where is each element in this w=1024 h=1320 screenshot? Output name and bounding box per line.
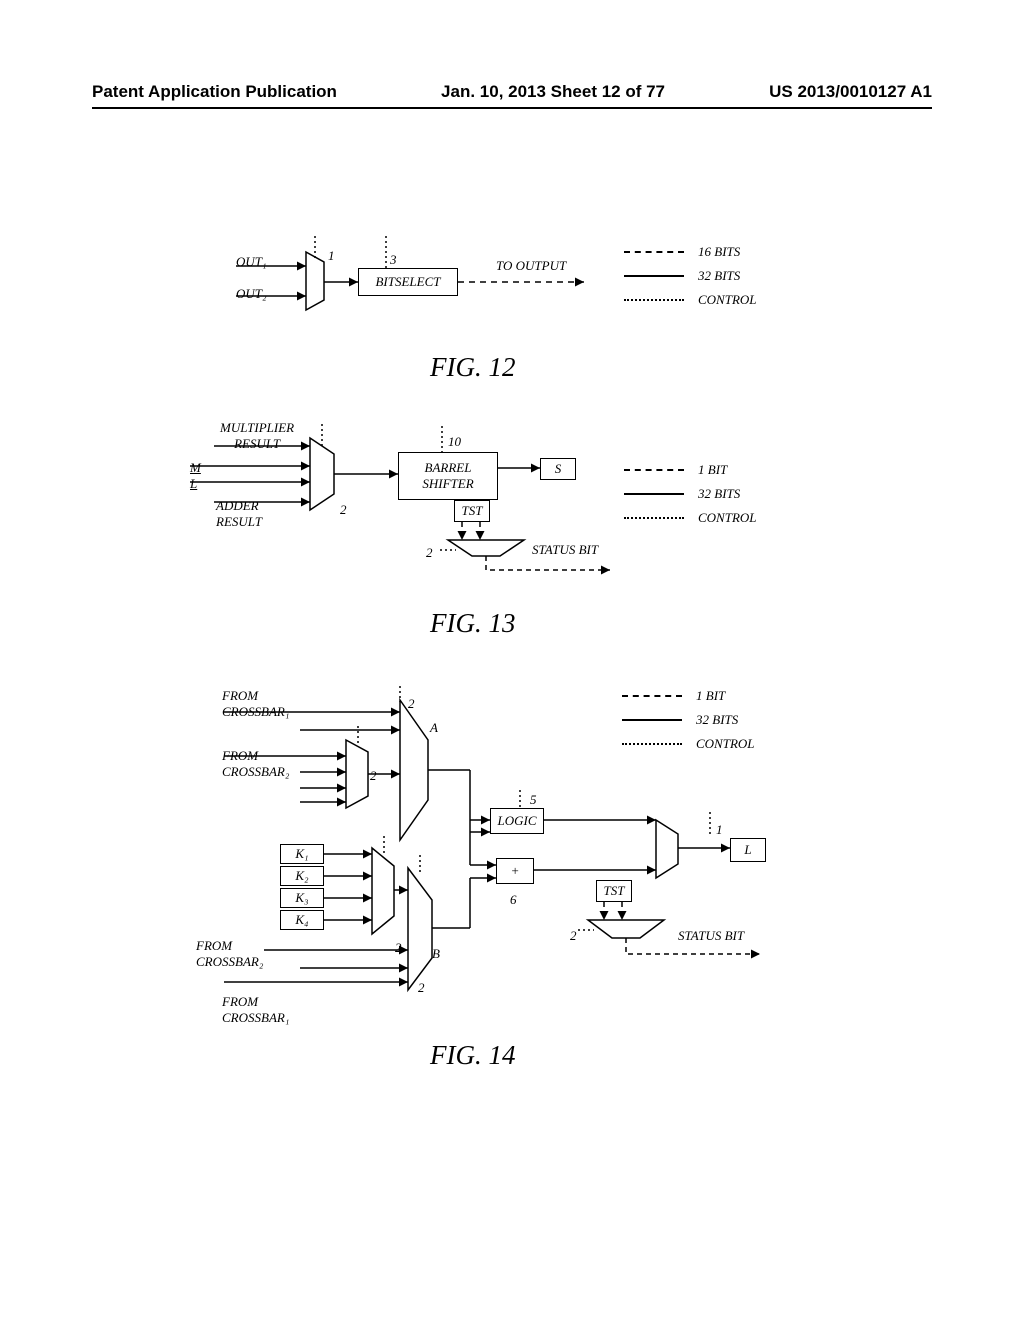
fig14-k3: K₃ [295, 890, 308, 906]
fig14-legend: 1 BIT 32 BITS CONTROL [622, 688, 755, 760]
fig13-s-box: S [540, 458, 576, 480]
fig12-legend: 16 BITS 32 BITS CONTROL [624, 244, 757, 316]
fig12-legend-control: CONTROL [698, 292, 757, 308]
fig14-k2: K₂ [295, 868, 308, 884]
fig13-mux-num: 2 [340, 502, 347, 518]
fig12-legend-32bits: 32 BITS [698, 268, 740, 284]
fig13-legend-row-32bits: 32 BITS [624, 486, 757, 502]
fig13-legend-control: CONTROL [698, 510, 757, 526]
fig13-l-label: L [190, 476, 197, 492]
fig14-k2-box: K₂ [280, 866, 324, 886]
fig14-logic-text: LOGIC [497, 813, 536, 829]
fig12-bitselect-text: BITSELECT [375, 274, 440, 290]
fig14-plus-num: 6 [510, 892, 517, 908]
fig12-out2-label: OUT₂ [236, 286, 267, 302]
fig13-legend-32bits: 32 BITS [698, 486, 740, 502]
fig14-tst-box: TST [596, 880, 632, 902]
header-center: Jan. 10, 2013 Sheet 12 of 77 [441, 82, 665, 102]
fig12-out1-label: OUT₁ [236, 254, 267, 270]
fig14-k1: K₁ [295, 846, 308, 862]
fig14-k4: K₄ [295, 912, 308, 928]
fig14-k1-box: K₁ [280, 844, 324, 864]
fig13-caption: FIG. 13 [430, 608, 515, 639]
fig14-tst-text: TST [604, 883, 625, 899]
fig14-statusbit-label: STATUS BIT [678, 928, 744, 944]
fig12-caption: FIG. 12 [430, 352, 515, 383]
fig14-logic-num: 5 [530, 792, 537, 808]
fig12-box-num: 3 [390, 252, 397, 268]
fig14-mux-inner-b-num: 2 [395, 940, 402, 956]
diagram-wires [0, 0, 1024, 1320]
fig14-logic-box: LOGIC [490, 808, 544, 834]
fig14-legend-control: CONTROL [696, 736, 755, 752]
dotted-line-icon [624, 517, 684, 519]
fig13-legend-row-control: CONTROL [624, 510, 757, 526]
fig12-to-output-label: TO OUTPUT [496, 258, 566, 274]
header-rule [92, 107, 932, 109]
fig13-barrel-num: 10 [448, 434, 461, 450]
fig14-from-cb2b: FROM CROSSBAR₂ [196, 938, 263, 970]
fig14-k4-box: K₄ [280, 910, 324, 930]
fig12-legend-row-16bits: 16 BITS [624, 244, 757, 260]
solid-line-icon [624, 493, 684, 495]
fig14-demux-num: 2 [570, 928, 577, 944]
fig14-from-cb1a: FROM CROSSBAR₁ [222, 688, 289, 720]
fig14-legend-row-1bit: 1 BIT [622, 688, 755, 704]
dashed-line-icon [624, 469, 684, 471]
fig14-l-text: L [744, 842, 751, 858]
fig12-legend-16bits: 16 BITS [698, 244, 740, 260]
fig14-k3-box: K₃ [280, 888, 324, 908]
fig13-barrel-text: BARREL SHIFTER [422, 460, 473, 492]
fig12-legend-row-32bits: 32 BITS [624, 268, 757, 284]
dotted-line-icon [624, 299, 684, 301]
fig14-plus-box: + [496, 858, 534, 884]
solid-line-icon [622, 719, 682, 721]
fig13-adder-label: ADDER RESULT [216, 498, 262, 530]
fig13-statusbit-label: STATUS BIT [532, 542, 598, 558]
fig13-m-label: M [190, 460, 201, 476]
header-right: US 2013/0010127 A1 [769, 82, 932, 102]
fig14-legend-row-32bits: 32 BITS [622, 712, 755, 728]
fig14-mux-a-num: 2 [408, 696, 415, 712]
fig13-demux-num: 2 [426, 545, 433, 561]
fig13-legend: 1 BIT 32 BITS CONTROL [624, 462, 757, 534]
fig13-legend-1bit: 1 BIT [698, 462, 727, 478]
fig14-mux-b-num: 2 [418, 980, 425, 996]
fig14-muxout-num: 1 [716, 822, 723, 838]
fig14-l-box: L [730, 838, 766, 862]
fig14-mux-inner-a-num: 2 [370, 768, 377, 784]
fig13-mult-label: MULTIPLIER RESULT [220, 420, 294, 452]
fig13-barrel-box: BARREL SHIFTER [398, 452, 498, 500]
fig14-caption: FIG. 14 [430, 1040, 515, 1071]
fig14-legend-1bit: 1 BIT [696, 688, 725, 704]
fig13-tst-text: TST [462, 503, 483, 519]
fig12-bitselect-box: BITSELECT [358, 268, 458, 296]
dotted-line-icon [622, 743, 682, 745]
dashed-line-icon [622, 695, 682, 697]
solid-line-icon [624, 275, 684, 277]
fig13-legend-row-1bit: 1 BIT [624, 462, 757, 478]
fig14-plus-text: + [511, 863, 520, 879]
fig14-label-a: A [430, 720, 438, 736]
fig14-from-cb1b: FROM CROSSBAR₁ [222, 994, 289, 1026]
header-left: Patent Application Publication [92, 82, 337, 102]
fig13-s-text: S [555, 461, 562, 477]
fig14-from-cb2a: FROM CROSSBAR₂ [222, 748, 289, 780]
fig14-legend-32bits: 32 BITS [696, 712, 738, 728]
fig14-label-b: B [432, 946, 440, 962]
dashed-line-icon [624, 251, 684, 253]
page-header: Patent Application Publication Jan. 10, … [0, 82, 1024, 102]
fig12-mux-num: 1 [328, 248, 335, 264]
fig12-legend-row-control: CONTROL [624, 292, 757, 308]
fig13-tst-box: TST [454, 500, 490, 522]
fig14-legend-row-control: CONTROL [622, 736, 755, 752]
